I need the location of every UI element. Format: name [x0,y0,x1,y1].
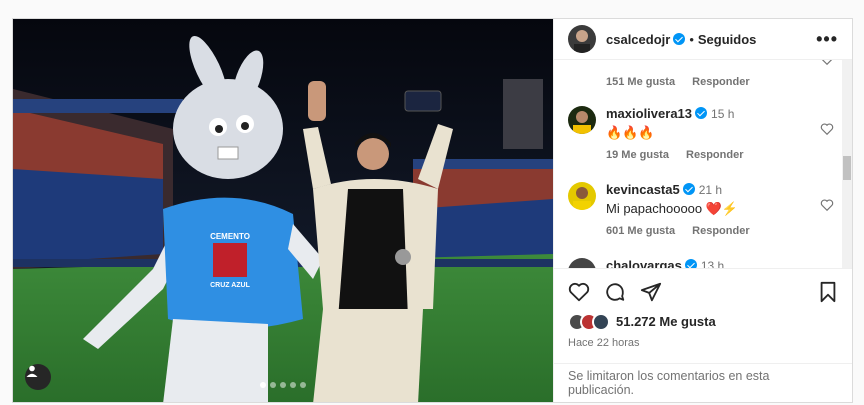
comment-username[interactable]: maxiolivera13 [606,106,692,121]
verified-icon [684,259,697,268]
comment-text: 🔥🔥🔥 [606,125,655,141]
post-photo[interactable]: CEMENTO CRUZ AZUL [13,19,553,402]
user-tag-icon [26,365,38,377]
jersey-text: CEMENTO [210,232,250,241]
carousel-dot[interactable] [290,382,296,388]
comment-text-cut [606,60,838,68]
verified-icon [673,33,686,46]
comment-item: kevincasta5 21 h Mi papachooooo ❤️⚡ 601 M… [568,182,838,237]
comment-username[interactable]: chalovargas [606,258,682,267]
share-icon[interactable] [640,281,662,303]
reply-button[interactable]: Responder [692,225,749,237]
heart-icon[interactable] [820,198,834,212]
carousel-dots [13,382,553,388]
avatar[interactable] [568,258,596,268]
comments-list[interactable]: 151 Me gusta Responder maxiolivera13 15 h… [554,60,852,268]
comment-icon[interactable] [604,281,626,303]
comment-time: 21 h [698,183,723,198]
comment-likes[interactable]: 151 Me gusta [606,76,675,88]
post-header: csalcedojr • Seguidos ••• [554,19,852,61]
liker-avatar[interactable] [592,312,610,331]
comment-likes[interactable]: 601 Me gusta [606,225,675,237]
heart-icon[interactable] [820,60,834,66]
post-side-panel: csalcedojr • Seguidos ••• 151 Me gusta R… [553,19,852,402]
comments-limited-notice: Se limitaron los comentarios en esta pub… [554,362,852,402]
comment-time: 15 h [711,107,735,122]
carousel-dot[interactable] [300,382,306,388]
reply-button[interactable]: Responder [692,76,749,88]
heart-icon[interactable] [568,281,590,303]
carousel-dot[interactable] [280,382,286,388]
post-container: CEMENTO CRUZ AZUL csalcedojr • Seguidos … [12,18,853,403]
bookmark-icon[interactable] [818,281,838,303]
heart-icon[interactable] [820,122,834,136]
comment-likes[interactable]: 19 Me gusta [606,149,669,161]
comment-time: 13 h [700,259,725,268]
stadium-scene: CEMENTO CRUZ AZUL [13,19,553,402]
verified-icon [695,107,708,120]
comment-item: maxiolivera13 15 h 🔥🔥🔥 19 Me gusta Respon… [568,106,838,161]
badge-text: CRUZ AZUL [210,282,251,289]
avatar[interactable] [568,106,596,135]
following-button[interactable]: Seguidos [698,32,757,47]
post-actions: 51.272 Me gusta Hace 22 horas [554,267,852,363]
post-time[interactable]: Hace 22 horas [568,337,838,349]
carousel-dot[interactable] [270,382,276,388]
comment-item: chalovargas 13 h [568,258,838,268]
more-icon[interactable]: ••• [816,29,838,50]
verified-icon [682,183,695,196]
avatar[interactable] [568,182,596,211]
comment-text: Mi papachooooo ❤️⚡ [606,201,739,217]
comment-username[interactable]: kevincasta5 [606,182,680,197]
likes-count[interactable]: 51.272 Me gusta [616,314,716,329]
avatar[interactable] [568,25,596,54]
post-author-username[interactable]: csalcedojr [606,32,670,47]
reply-button[interactable]: Responder [686,149,743,161]
carousel-dot[interactable] [260,382,266,388]
separator: • [689,31,694,47]
scroll-thumb[interactable] [843,156,851,181]
comment-item: 151 Me gusta Responder [568,60,838,88]
comments-scrollbar[interactable] [842,60,852,268]
